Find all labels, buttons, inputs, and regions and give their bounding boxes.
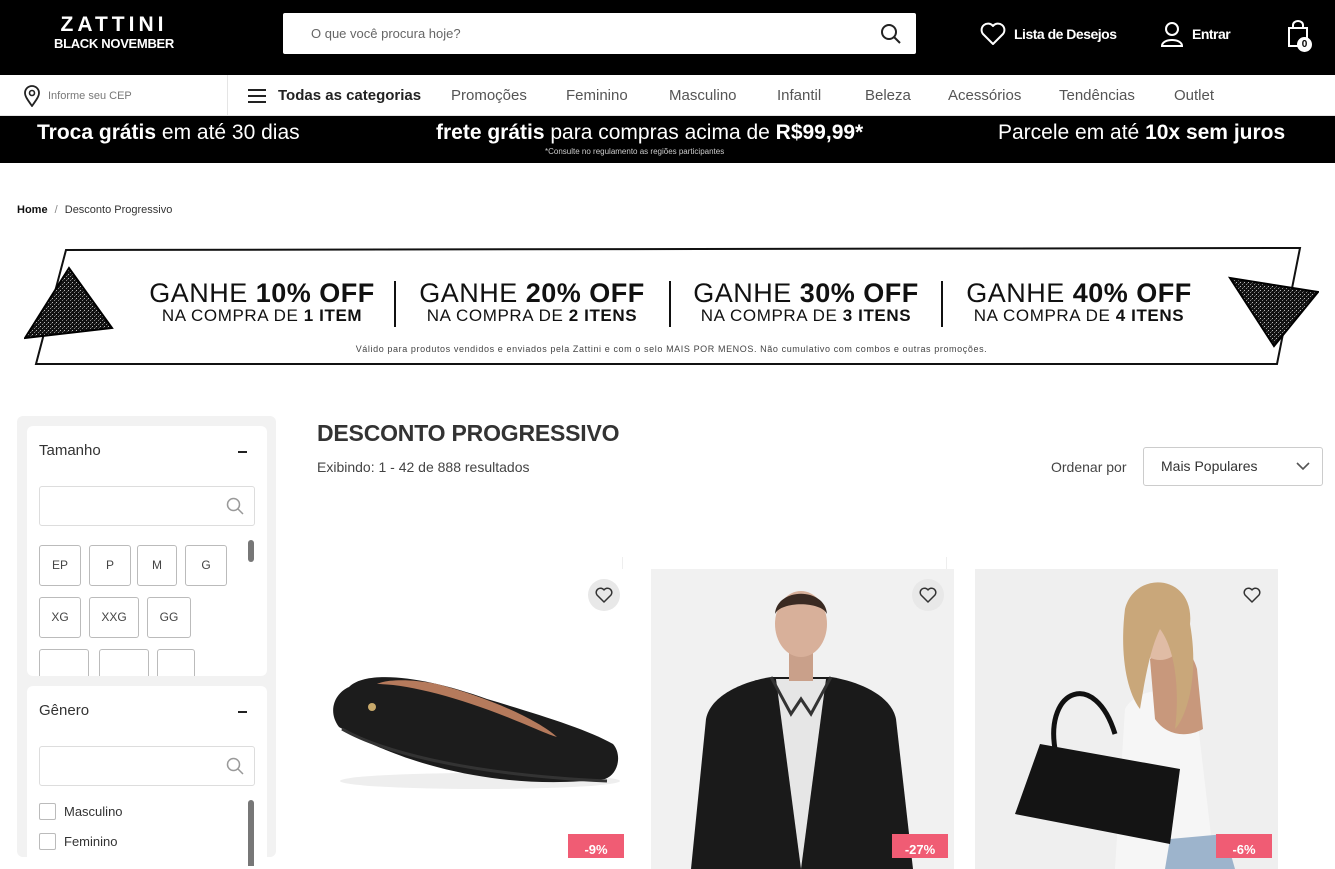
shipping-note: *Consulte no regulamento as regiões part… — [545, 147, 725, 156]
collapse-icon[interactable] — [238, 711, 247, 713]
wishlist-toggle[interactable] — [912, 579, 944, 611]
filter-gender-title[interactable]: Gênero — [39, 702, 89, 719]
jacket-model-illustration — [651, 569, 954, 869]
discount-badge: -27% — [892, 834, 948, 858]
size-option[interactable]: G — [185, 545, 227, 586]
offer-1: GANHE 10% OFF NA COMPRA DE 1 ITEM — [149, 278, 375, 325]
size-option-partial[interactable] — [39, 649, 89, 676]
cart-count-badge: 0 — [1297, 37, 1312, 52]
size-option[interactable]: EP — [39, 545, 81, 586]
product-card[interactable]: -6% — [965, 557, 1278, 869]
checkbox[interactable] — [39, 833, 56, 850]
search-bar — [283, 13, 916, 54]
search-icon — [226, 757, 244, 775]
gender-list-scrollbar[interactable] — [248, 800, 254, 866]
logo-wordmark: ZATTINI — [60, 13, 168, 36]
product-image[interactable] — [975, 569, 1278, 869]
breadcrumb-separator: / — [54, 204, 58, 216]
wishlist-link[interactable]: Lista de Desejos — [980, 20, 1117, 48]
installments-text: Parcele em até 10x sem juros — [998, 121, 1286, 144]
filter-size: Tamanho EP P M G XG XXG GG — [27, 426, 267, 676]
nav-item-outlet[interactable]: Outlet — [1174, 75, 1214, 116]
promo-strip: Troca grátis em até 30 dias frete grátis… — [0, 116, 1335, 163]
page-title: DESCONTO PROGRESSIVO — [317, 420, 620, 446]
size-option-partial[interactable] — [99, 649, 149, 676]
cart-button[interactable]: 0 — [1285, 20, 1315, 52]
nav-item-infantil[interactable]: Infantil — [777, 75, 821, 116]
cep-placeholder: Informe seu CEP — [48, 89, 132, 102]
checkbox[interactable] — [39, 803, 56, 820]
offer-2: GANHE 20% OFF NA COMPRA DE 2 ITENS — [419, 278, 645, 325]
wishlist-toggle[interactable] — [588, 579, 620, 611]
hamburger-icon — [248, 88, 266, 103]
size-option[interactable]: M — [137, 545, 177, 586]
product-image[interactable] — [317, 569, 623, 869]
filter-sidebar: Tamanho EP P M G XG XXG GG Gênero Mascul… — [17, 416, 276, 866]
heart-icon — [919, 587, 937, 603]
discount-badge: -6% — [1216, 834, 1272, 858]
breadcrumb-current: Desconto Progressivo — [64, 204, 173, 216]
search-icon — [226, 497, 244, 515]
banner-divider — [394, 281, 396, 327]
progressive-discount-banner[interactable]: GANHE 10% OFF NA COMPRA DE 1 ITEM GANHE … — [24, 246, 1319, 368]
free-shipping-text: frete grátis para compras acima de R$99,… — [436, 121, 864, 144]
nav-item-tendencias[interactable]: Tendências — [1059, 75, 1135, 116]
nav-item-acessorios[interactable]: Acessórios — [948, 75, 1021, 116]
category-nav: Informe seu CEP Todas as categorias Prom… — [0, 75, 1335, 116]
filter-size-title[interactable]: Tamanho — [39, 442, 101, 459]
top-header: ZATTINI BLACK NOVEMBER Lista de Desejos … — [0, 0, 1335, 75]
tote-model-illustration — [975, 569, 1278, 869]
size-option[interactable]: XXG — [89, 597, 139, 638]
gender-search-input[interactable] — [39, 746, 255, 786]
size-option-partial[interactable] — [157, 649, 195, 676]
banner-divider — [941, 281, 943, 327]
sort-label: Ordenar por — [1051, 459, 1127, 475]
collapse-icon[interactable] — [238, 451, 247, 453]
breadcrumb: Home / Desconto Progressivo — [17, 204, 172, 216]
heart-icon — [595, 587, 613, 603]
logo-campaign: BLACK NOVEMBER — [53, 36, 175, 51]
results-count: Exibindo: 1 - 42 de 888 resultados — [317, 459, 530, 475]
sort-value: Mais Populares — [1161, 458, 1258, 474]
wishlist-label: Lista de Desejos — [1014, 26, 1117, 42]
zattini-logo[interactable]: ZATTINI BLACK NOVEMBER — [38, 14, 190, 52]
offer-4: GANHE 40% OFF NA COMPRA DE 4 ITENS — [966, 278, 1192, 325]
nav-item-promocoes[interactable]: Promoções — [451, 75, 527, 116]
size-option[interactable]: XG — [39, 597, 81, 638]
banner-terms: Válido para produtos vendidos e enviados… — [355, 344, 988, 354]
banner-divider — [669, 281, 671, 327]
gender-option-feminino[interactable]: Feminino — [39, 833, 117, 850]
sort-select[interactable]: Mais Populares — [1143, 447, 1323, 486]
product-card[interactable]: -27% — [641, 557, 954, 869]
offer-3: GANHE 30% OFF NA COMPRA DE 3 ITENS — [693, 278, 919, 325]
nav-item-masculino[interactable]: Masculino — [669, 75, 737, 116]
login-label: Entrar — [1192, 26, 1231, 42]
product-image[interactable] — [651, 569, 954, 869]
size-option[interactable]: P — [89, 545, 131, 586]
chevron-down-icon — [1296, 462, 1310, 471]
nav-item-feminino[interactable]: Feminino — [566, 75, 628, 116]
filter-gender: Gênero Masculino Feminino — [27, 686, 267, 866]
size-list-scrollbar[interactable] — [248, 540, 254, 562]
search-icon[interactable] — [880, 23, 902, 45]
size-search-input[interactable] — [39, 486, 255, 526]
heart-icon — [1243, 587, 1261, 603]
login-link[interactable]: Entrar — [1160, 20, 1231, 48]
heart-icon — [980, 22, 1006, 45]
product-card[interactable]: -9% — [317, 557, 624, 869]
all-categories-label: Todas as categorias — [278, 87, 422, 104]
search-input[interactable] — [283, 13, 873, 54]
location-pin-icon — [24, 84, 40, 107]
all-categories-menu[interactable]: Todas as categorias — [248, 75, 421, 116]
free-exchange-text: Troca grátis em até 30 dias — [37, 121, 300, 144]
user-icon — [1160, 22, 1184, 47]
discount-badge: -9% — [568, 834, 624, 858]
gender-option-masculino[interactable]: Masculino — [39, 803, 123, 820]
size-option[interactable]: GG — [147, 597, 191, 638]
cep-input[interactable]: Informe seu CEP — [0, 75, 228, 116]
wishlist-toggle[interactable] — [1236, 579, 1268, 611]
nav-item-beleza[interactable]: Beleza — [865, 75, 911, 116]
shoe-illustration — [333, 677, 620, 789]
breadcrumb-home[interactable]: Home — [17, 204, 48, 216]
